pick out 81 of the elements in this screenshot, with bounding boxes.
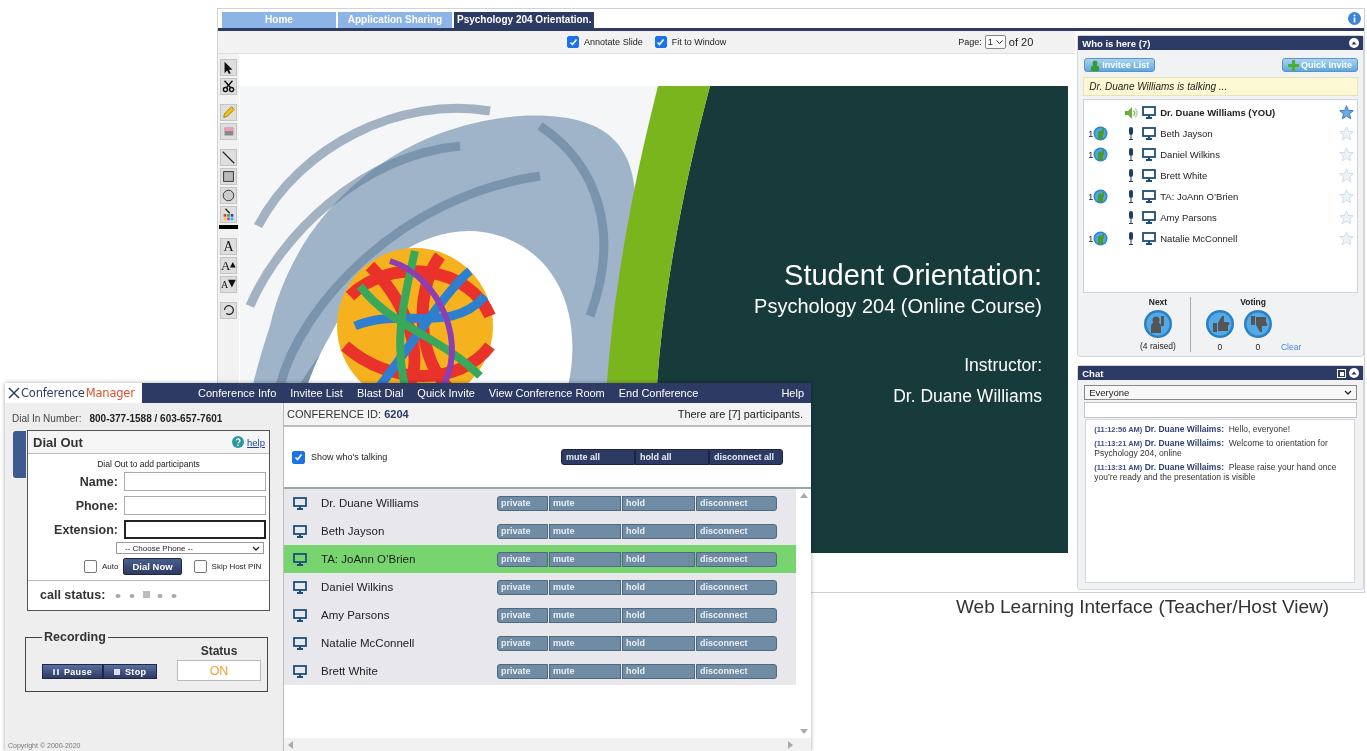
slide-instructor-label: Instructor: bbox=[964, 354, 1042, 377]
panel-title: Chat bbox=[1082, 367, 1105, 379]
dial-out-title: Dial Out bbox=[33, 434, 83, 450]
checkbox-label: Skip Host PIN bbox=[211, 562, 262, 571]
participant-name: Beth Jayson bbox=[1160, 128, 1214, 139]
menu-item[interactable]: Quick Invite bbox=[417, 387, 475, 399]
participant-name: TA: JoAnn O’Brien bbox=[321, 553, 417, 565]
dial-in-label: Dial In Number: bbox=[12, 413, 82, 424]
talking-indicator: Dr. Duane Williams is talking ... bbox=[1083, 77, 1358, 96]
hand-count: 1 bbox=[1088, 128, 1094, 139]
tab[interactable]: Psychology 204 Orientation. bbox=[454, 12, 595, 28]
participant-name: Dr. Duane Williams bbox=[321, 497, 420, 509]
field-label: Phone: bbox=[75, 498, 118, 513]
recording-status: ON bbox=[177, 660, 261, 681]
participant-row[interactable]: Amy Parsons bbox=[1084, 207, 1357, 228]
participant-name: Daniel Wilkins bbox=[1160, 149, 1221, 160]
field-label: Name: bbox=[79, 474, 118, 489]
participant-name: Amy Parsons bbox=[1160, 212, 1218, 223]
raised-count: (4 raised) bbox=[1140, 341, 1176, 351]
voting-label: Voting bbox=[1240, 297, 1266, 307]
pause-button[interactable]: Pause bbox=[42, 664, 104, 679]
participant-name: Beth Jayson bbox=[321, 525, 386, 537]
participant-name: Brett White bbox=[321, 665, 379, 677]
participant-name: Daniel Wilkins bbox=[321, 581, 395, 593]
participant-name: TA: JoAnn O’Brien bbox=[1160, 191, 1240, 202]
dial-in-number: 800-377-1588 / 603-657-7601 bbox=[89, 413, 223, 424]
hand-count: 1 bbox=[1088, 233, 1094, 244]
participant-name: Natalie McConnell bbox=[321, 637, 416, 649]
bulk-action-button[interactable]: mute all bbox=[561, 449, 635, 465]
slide-title: Student Orientation: bbox=[784, 258, 1042, 292]
bulk-action-button[interactable]: hold all bbox=[635, 449, 709, 465]
participant-count: There are [7] participants. bbox=[677, 408, 803, 420]
checkbox-label: Fit to Window bbox=[671, 37, 727, 47]
conference-id-label: CONFERENCE ID: bbox=[287, 408, 382, 420]
hand-count: 1 bbox=[1088, 191, 1094, 202]
menu-item[interactable]: End Conference bbox=[618, 387, 699, 399]
checkbox-label: Auto bbox=[102, 562, 119, 571]
participant-row[interactable]: 1 Natalie McConnell bbox=[1084, 228, 1357, 249]
participant-row[interactable]: Brett White bbox=[1084, 165, 1357, 186]
help-link[interactable]: help bbox=[247, 436, 265, 448]
conference-id: 6204 bbox=[384, 408, 409, 420]
page-label: Page: bbox=[958, 37, 982, 47]
page-select[interactable]: 1 bbox=[984, 35, 1006, 49]
text-larger-tool[interactable]: A bbox=[220, 257, 237, 274]
participant-name: Brett White bbox=[1160, 170, 1209, 181]
caption-text: Web Learning Interface (Teacher/Host View) bbox=[956, 596, 1330, 617]
checkbox-label: Annotate Slide bbox=[584, 37, 643, 47]
slide-instructor-name: Dr. Duane Williams bbox=[893, 385, 1042, 408]
menu-item[interactable]: View Conference Room bbox=[488, 387, 605, 399]
panel-title: Who is here (7) bbox=[1082, 37, 1152, 49]
checkbox-label: Show who's talking bbox=[311, 452, 388, 462]
recording-title: Recording bbox=[43, 630, 107, 644]
field-label: Extension: bbox=[54, 522, 118, 537]
page-total: of 20 bbox=[1008, 36, 1034, 48]
text-smaller-tool[interactable]: A bbox=[220, 276, 237, 293]
menu-item[interactable]: Blast Dial bbox=[356, 387, 404, 399]
menu-item[interactable]: Invitee List bbox=[290, 387, 343, 399]
menu-item[interactable]: Conference Info bbox=[198, 387, 277, 399]
phone-select[interactable]: -- Choose Phone -- bbox=[116, 542, 264, 554]
vote-count: 0 bbox=[1255, 342, 1261, 352]
status-label: Status bbox=[200, 644, 238, 658]
participant-name: Natalie McConnell bbox=[1160, 233, 1239, 244]
vote-count: 0 bbox=[1217, 342, 1223, 352]
hand-count: 1 bbox=[1088, 149, 1094, 160]
slide-subtitle: Psychology 204 (Online Course) bbox=[754, 294, 1042, 319]
participant-row[interactable]: Dr. Duane Williams (YOU) bbox=[1084, 102, 1357, 123]
menu-item[interactable]: Help bbox=[781, 387, 804, 399]
dial-out-hint: Dial Out to add participants bbox=[96, 458, 201, 471]
participant-name: Dr. Duane Williams (YOU) bbox=[1160, 107, 1277, 118]
dial-now-button[interactable]: Dial Now bbox=[123, 558, 182, 575]
bulk-action-button[interactable]: disconnect all bbox=[709, 449, 783, 465]
participant-row[interactable]: 1 Beth Jayson bbox=[1084, 123, 1357, 144]
conference-manager-logo: ConferenceManager bbox=[5, 383, 142, 403]
recipient-select[interactable]: Everyone bbox=[1084, 385, 1357, 400]
call-status-label: call status: bbox=[40, 588, 106, 602]
next-label: Next bbox=[1148, 297, 1168, 307]
text-tool[interactable]: A bbox=[220, 238, 237, 255]
stop-button[interactable]: Stop bbox=[103, 664, 158, 679]
participant-name: Amy Parsons bbox=[321, 609, 391, 621]
participant-row[interactable]: 1 Daniel Wilkins bbox=[1084, 144, 1357, 165]
participant-row[interactable]: 1 TA: JoAnn O’Brien bbox=[1084, 186, 1357, 207]
